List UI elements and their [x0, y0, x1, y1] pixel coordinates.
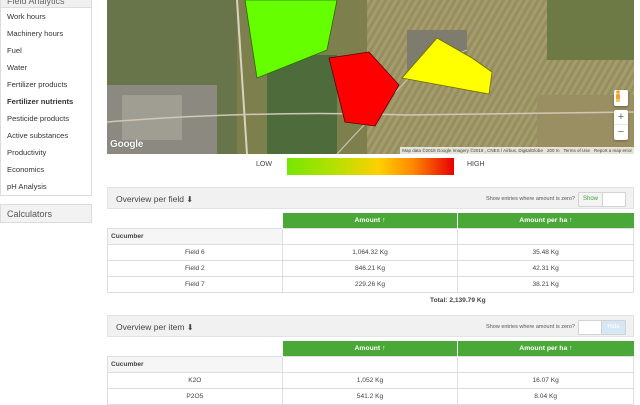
section-title-text: Overview per field [116, 194, 185, 204]
overview-per-item-header: Overview per item ⬇ Show entries where a… [107, 315, 634, 337]
color-legend: LOW HIGH [253, 158, 553, 176]
group-cell [457, 227, 634, 245]
row-amount: 846.21 Kg [281, 259, 459, 277]
row-amount-per-ha: 42.31 Kg [457, 259, 634, 277]
group-cell [281, 355, 459, 373]
amount-per-ha-column-header[interactable]: Amount per ha ↑ [457, 213, 634, 228]
group-row: Cucumber [107, 227, 634, 245]
row-name: Field 6 [107, 243, 283, 261]
total-row: Total: 2,139.79 Kg [108, 292, 634, 308]
table-row: Field 6 1,064.32 Kg 35.48 Kg [107, 243, 634, 261]
toggle-show-label[interactable]: Show [579, 193, 603, 206]
map-attribution: Map data ©2018 Google Imagery ©2018 , CN… [400, 147, 634, 154]
group-cell [281, 227, 459, 245]
field-analytics-panel: Field Analytics Work hours Machinery hour… [0, 0, 92, 196]
row-name: P2O5 [107, 387, 283, 405]
sidebar-item-water[interactable]: Water [1, 59, 91, 76]
sidebar-item-machinery-hours[interactable]: Machinery hours [1, 25, 91, 42]
sidebar-item-pesticide-products[interactable]: Pesticide products [1, 110, 91, 127]
row-amount: 1,052 Kg [281, 371, 459, 389]
sort-arrow-icon: ⬇ [186, 195, 194, 204]
row-amount-per-ha: 38.21 Kg [457, 275, 634, 293]
sidebar: Field Analytics Work hours Machinery hour… [0, 0, 92, 223]
sidebar-item-economics[interactable]: Economics [1, 161, 91, 178]
sidebar-item-fertilizer-products[interactable]: Fertilizer products [1, 76, 91, 93]
total-blank [108, 292, 283, 308]
row-amount-per-ha: 8.04 Kg [457, 387, 634, 405]
row-amount-per-ha: 16.07 Kg [457, 371, 634, 389]
row-amount: 541.2 Kg [281, 387, 459, 405]
table-row: P2O5 541.2 Kg 8.04 Kg [107, 387, 634, 405]
table-row: K2O 1,052 Kg 16.07 Kg [107, 371, 634, 389]
overview-per-field-table: Amount ↑ Amount per ha ↑ Cucumber Field 6… [107, 213, 634, 308]
section-title-text: Overview per item [116, 322, 185, 332]
overview-per-item-section: Overview per item ⬇ Show entries where a… [107, 315, 634, 405]
calculators-panel[interactable]: Calculators [0, 204, 92, 223]
google-logo: Google [110, 139, 144, 150]
sidebar-item-fuel[interactable]: Fuel [1, 42, 91, 59]
row-name: Field 2 [107, 259, 283, 277]
map-scale[interactable]: 200 m [547, 147, 560, 154]
row-name: Field 7 [107, 275, 283, 293]
row-amount: 229.26 Kg [281, 275, 459, 293]
map-data-credit: Map data ©2018 Google Imagery ©2018 , CN… [402, 148, 543, 153]
overview-per-field-title[interactable]: Overview per field ⬇ [116, 194, 193, 204]
group-label: Cucumber [107, 227, 283, 245]
table-row: Field 7 229.26 Kg 38.21 Kg [107, 275, 634, 293]
total-amount: Total: 2,139.79 Kg [430, 296, 486, 304]
terms-of-use-link[interactable]: Terms of Use [563, 147, 590, 154]
legend-high-label: HIGH [467, 161, 485, 168]
amount-column-header[interactable]: Amount ↑ [281, 213, 458, 228]
zoom-out-button[interactable]: − [614, 125, 628, 140]
table-row: Field 2 846.21 Kg 42.31 Kg [107, 259, 634, 277]
zoom-in-button[interactable]: + [614, 110, 628, 125]
overview-per-field-section: Overview per field ⬇ Show entries where … [107, 187, 634, 308]
legend-gradient-bar [287, 158, 454, 175]
table-header-blank [107, 213, 283, 228]
sidebar-item-fertilizer-nutrients[interactable]: Fertilizer nutrients [1, 93, 91, 110]
sort-arrow-icon: ⬇ [186, 323, 194, 332]
sidebar-item-productivity[interactable]: Productivity [1, 144, 91, 161]
group-cell [457, 355, 634, 373]
street-view-pegman-icon[interactable] [614, 90, 628, 106]
overview-per-item-title[interactable]: Overview per item ⬇ [116, 322, 194, 332]
zoom-control: + − [614, 110, 628, 140]
show-zero-entries-label: Show entries where amount is zero? [486, 196, 575, 202]
group-row: Cucumber [107, 355, 634, 373]
table-header-blank [107, 341, 283, 356]
row-amount: 1,064.32 Kg [281, 243, 459, 261]
legend-low-label: LOW [256, 161, 272, 168]
field-map[interactable]: Google + − Map data ©2018 Google Imagery… [107, 0, 634, 154]
overview-per-item-table: Amount ↑ Amount per ha ↑ Cucumber K2O 1,05… [107, 341, 634, 405]
field-analytics-header[interactable]: Field Analytics [1, 0, 91, 8]
row-amount-per-ha: 35.48 Kg [457, 243, 634, 261]
row-name: K2O [107, 371, 283, 389]
amount-column-header[interactable]: Amount ↑ [281, 341, 458, 356]
toggle-hide-label[interactable]: Hide [601, 321, 625, 334]
group-label: Cucumber [107, 355, 283, 373]
satellite-imagery [107, 0, 634, 154]
report-map-error-link[interactable]: Report a map error [594, 147, 632, 154]
sidebar-item-active-substances[interactable]: Active substances [1, 127, 91, 144]
overview-per-field-header: Overview per field ⬇ Show entries where … [107, 187, 634, 209]
sidebar-item-ph-analysis[interactable]: pH Analysis [1, 178, 91, 195]
amount-per-ha-column-header[interactable]: Amount per ha ↑ [457, 341, 634, 356]
hide-zero-entries-toggle[interactable]: Hide [578, 320, 626, 335]
show-zero-entries-label: Show entries where amount is zero? [486, 324, 575, 330]
show-zero-entries-toggle[interactable]: Show [578, 192, 626, 207]
sidebar-item-work-hours[interactable]: Work hours [1, 8, 91, 25]
